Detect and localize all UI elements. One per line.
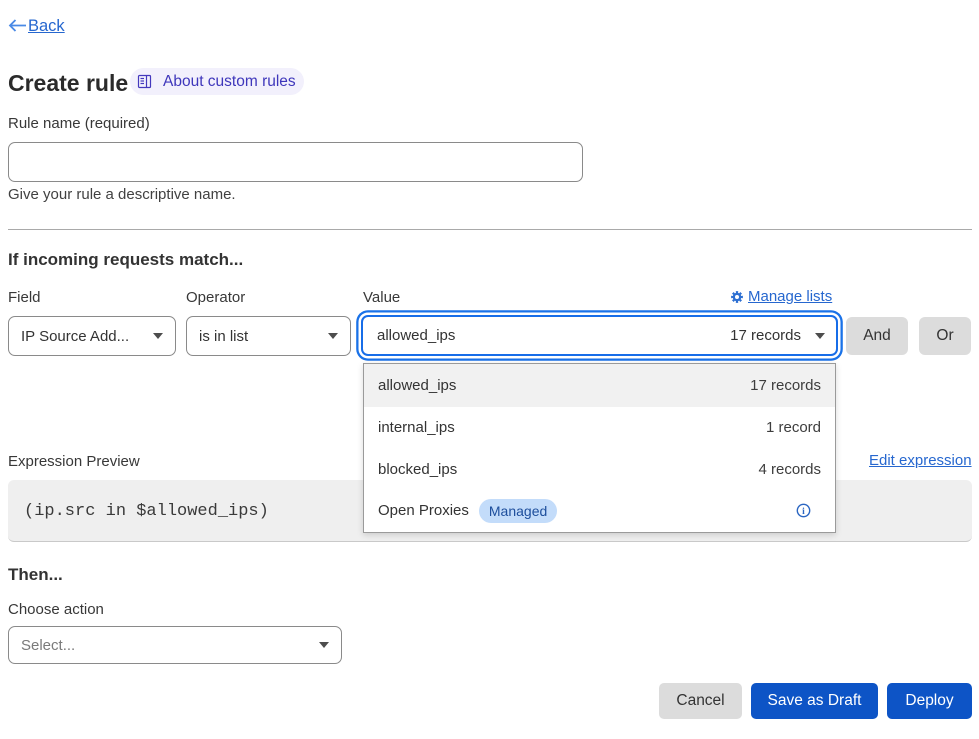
svg-text:i: i (802, 507, 805, 517)
